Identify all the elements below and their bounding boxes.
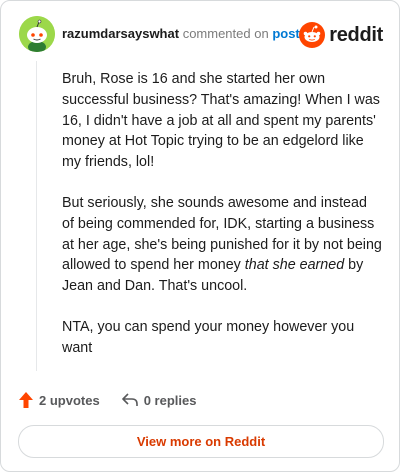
reddit-logo[interactable]: reddit (299, 20, 383, 50)
comment-actions: 2 upvotes 0 replies (19, 390, 196, 410)
comment-body: Bruh, Rose is 16 and she started her own… (62, 69, 382, 379)
reddit-wordmark: reddit (329, 23, 383, 46)
comment-header: razumdarsayswhat commented on post reddi… (19, 16, 385, 52)
comment-emphasis: that she earned (244, 257, 345, 274)
upvote-count: 2 upvotes (39, 392, 100, 408)
reply-count: 0 replies (143, 392, 197, 408)
upvote-button[interactable]: 2 upvotes (19, 392, 100, 408)
reply-arrow-icon (121, 393, 138, 406)
snoo-avatar-icon[interactable] (19, 16, 55, 52)
reddit-logo-icon (299, 22, 326, 48)
post-link[interactable]: post (272, 26, 299, 41)
commented-on-text: commented on (182, 26, 269, 41)
view-more-button[interactable]: View more on Reddit (18, 425, 384, 458)
comment-paragraph-2: But seriously, she sounds awesome and in… (62, 193, 382, 297)
comment-paragraph-3: NTA, you can spend your money however yo… (62, 318, 355, 356)
reply-button[interactable]: 0 replies (121, 392, 197, 408)
comment-card: razumdarsayswhat commented on post reddi… (0, 0, 400, 472)
username[interactable]: razumdarsayswhat (62, 26, 179, 41)
comment-meta: razumdarsayswhat commented on post (62, 26, 300, 41)
thread-line (36, 61, 37, 371)
comment-paragraph-1: Bruh, Rose is 16 and she started her own… (62, 71, 380, 171)
upvote-arrow-icon (19, 392, 33, 408)
